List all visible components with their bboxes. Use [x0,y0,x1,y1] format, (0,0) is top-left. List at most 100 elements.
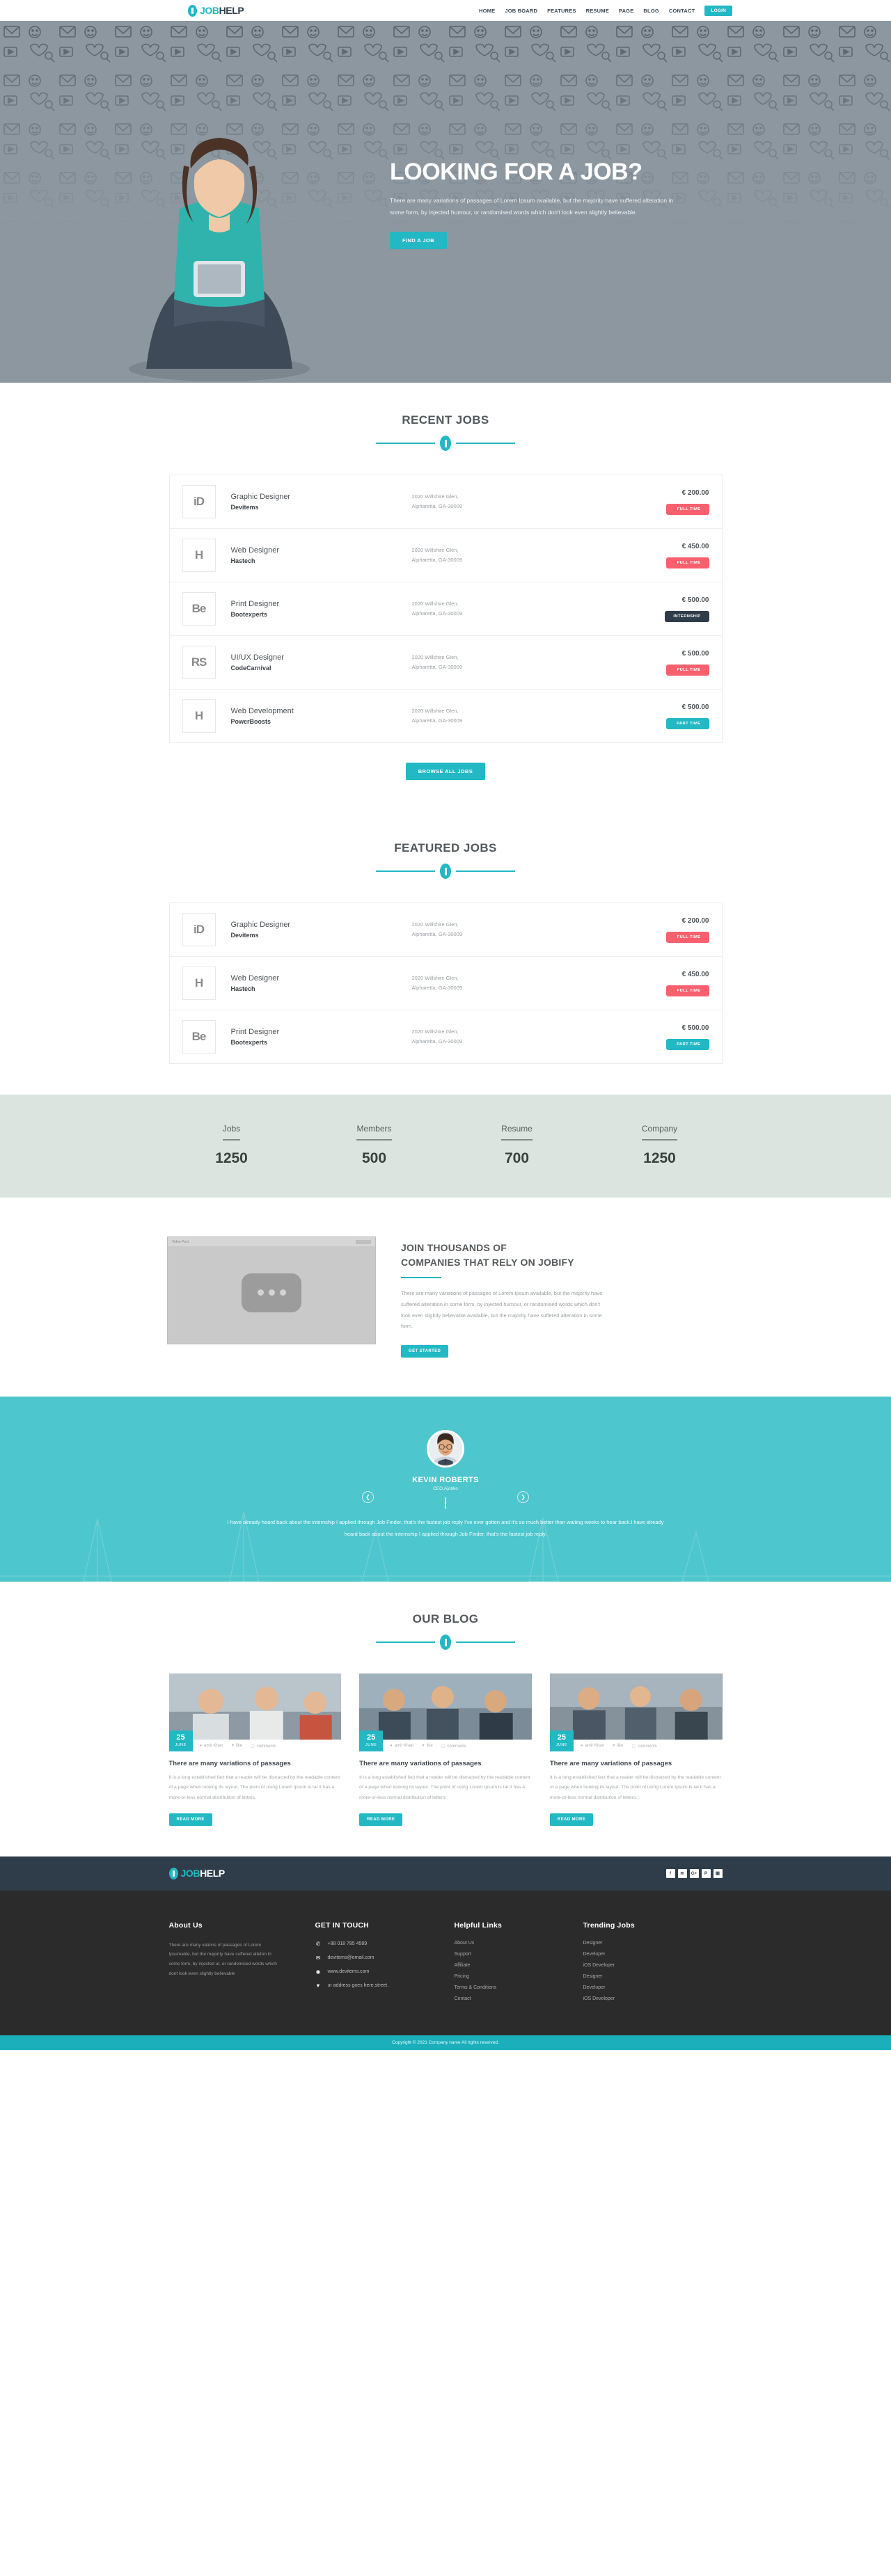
job-row[interactable]: iD Graphic Designer Devitems 2020 Willshire… [169,475,722,529]
nav-item-blog[interactable]: BLOG [643,8,659,14]
blog-post-title[interactable]: There are many variations of passages [359,1760,532,1767]
blog-card[interactable]: 25 JUNE ● amir Khan ♥ like ▢ comments There are … [359,1673,532,1826]
company-logo-icon: Be [182,592,216,626]
footer-link[interactable]: Affiliate [455,1963,471,1968]
job-title[interactable]: Web Designer [231,546,412,555]
instagram-icon[interactable]: ▣ [713,1868,723,1878]
blog-likes[interactable]: ♥ like [613,1744,624,1748]
job-row[interactable]: Be Print Designer Bootexperts 2020 Willshir… [170,1010,722,1063]
read-more-button[interactable]: READ MORE [549,1813,594,1826]
job-title[interactable]: Print Designer [231,600,412,608]
main-navigation: HOME JOB BOARD FEATURES RESUME PAGE BLOG… [479,5,732,16]
list-item[interactable]: Designer [583,1941,723,1946]
company-logo-icon: H [182,699,216,733]
contact-line[interactable]: ▼ ur address goes here,street. [315,1982,455,1989]
job-row[interactable]: Be Print Designer Bootexperts 2020 Willshir… [169,582,722,636]
job-title[interactable]: Graphic Designer [231,921,412,929]
footer-link[interactable]: Terms & Conditions [455,1985,497,1990]
job-row[interactable]: H Web Development PowerBoosts 2020 Willshir… [170,690,722,742]
blog-comments[interactable]: ▢ comments [631,1744,656,1749]
footer-link[interactable]: Pricing [455,1974,469,1979]
list-item[interactable]: Pricing [455,1974,583,1979]
job-price: € 450.00 [681,970,709,978]
find-a-job-button[interactable]: FIND A JOB [390,231,447,249]
list-item[interactable]: iOS Developer [583,1963,723,1968]
footer-link[interactable]: Designer [583,1974,603,1979]
footer-logo[interactable]: JOBHELP [168,1867,225,1879]
blog-comments[interactable]: ▢ comments [251,1744,276,1749]
blog-card[interactable]: 25 JUNE ● amir Khan ♥ like ▢ comments There are … [549,1673,723,1826]
contact-line[interactable]: ◉ www.devitems.com [315,1969,455,1975]
nav-item-home[interactable]: HOME [479,8,495,14]
google-plus-icon[interactable]: G+ [689,1868,699,1878]
job-type-badge: PART TIME [665,1038,709,1050]
footer-link[interactable]: Support [455,1952,472,1957]
testimonial-prev-button[interactable]: ❮ [362,1491,374,1503]
job-row[interactable]: H Web Designer Hastech 2020 Willshire Glen,… [169,957,722,1010]
list-item[interactable]: Support [455,1952,583,1957]
blog-comments[interactable]: ▢ comments [441,1744,466,1749]
footer-link[interactable]: Designer [583,1941,603,1946]
phone-icon: ✆ [315,1940,321,1947]
nav-item-features[interactable]: FEATURES [547,8,576,14]
play-button-icon[interactable] [242,1273,301,1312]
company-logo-icon: H [182,539,216,572]
job-row[interactable]: iD Graphic Designer Devitems 2020 Willshire… [169,903,722,957]
facebook-icon[interactable]: f [665,1868,675,1878]
blog-post-title[interactable]: There are many variations of passages [550,1760,723,1767]
job-title[interactable]: UI/UX Designer [231,653,412,662]
nav-item-resume[interactable]: RESUME [586,8,609,14]
job-title[interactable]: Web Development [231,707,412,715]
rss-icon[interactable]: ≋ [677,1868,687,1878]
video-player[interactable]: Video Post [167,1237,376,1344]
job-title[interactable]: Print Designer [231,1028,412,1036]
read-more-button[interactable]: READ MORE [168,1813,212,1826]
blog-post-title[interactable]: There are many variations of passages [169,1760,342,1767]
list-item[interactable]: Developer [583,1985,723,1990]
list-item[interactable]: iOS Developer [583,1996,723,2001]
footer-link[interactable]: iOS Developer [583,1996,615,2001]
stat-item: Members 500 [303,1122,446,1167]
footer-link[interactable]: iOS Developer [583,1963,615,1968]
browse-all-jobs-button[interactable]: BROWSE ALL JOBS [405,763,486,780]
contact-line[interactable]: ✉ devitems@email.com [315,1955,455,1961]
job-row[interactable]: RS UI/UX Designer CodeCarnival 2020 Willshi… [169,636,722,690]
footer-link[interactable]: Contact [455,1996,471,2001]
recent-jobs-section: RECENT JOBS iD Graphic Designer Devitems 20… [0,383,891,811]
job-title[interactable]: Web Designer [231,974,412,983]
company-logo-icon: iD [182,485,216,518]
footer-link[interactable]: About Us [455,1941,475,1946]
footer-link[interactable]: Developer [583,1985,606,1990]
nav-item-job-board[interactable]: JOB BOARD [505,8,537,14]
cta-paragraph: There are many variations of passages of… [401,1290,603,1330]
list-item[interactable]: Contact [455,1996,583,2001]
footer-link[interactable]: Developer [583,1952,606,1957]
nav-item-contact[interactable]: CONTACT [669,8,695,14]
job-row[interactable]: H Web Designer Hastech 2020 Willshire Glen,… [169,529,722,582]
site-logo[interactable]: JOBHELP [188,4,244,17]
list-item[interactable]: Developer [583,1952,723,1957]
blog-card[interactable]: 25 JUNE ● amir Khan ♥ like ▢ comments There are … [168,1673,342,1826]
list-item[interactable]: About Us [455,1941,583,1946]
login-button[interactable]: LOGIN [704,5,732,16]
blog-thumbnail [168,1673,342,1740]
contact-line[interactable]: ✆ +88 018 785 4589 [315,1941,455,1947]
company-logo-icon: RS [182,646,216,679]
list-item[interactable]: Affiliate [455,1963,583,1968]
pinterest-icon[interactable]: P [701,1868,711,1878]
job-company: Bootexperts [230,1039,268,1046]
list-item[interactable]: Designer [583,1974,723,1979]
avatar [427,1430,464,1468]
job-title[interactable]: Graphic Designer [231,493,412,501]
comment-icon: ▢ [441,1744,446,1749]
get-started-button[interactable]: GET STARTED [401,1345,449,1358]
blog-likes[interactable]: ♥ like [231,1744,242,1748]
nav-item-page[interactable]: PAGE [619,8,634,14]
blog-likes[interactable]: ♥ like [422,1744,433,1748]
blog-author: ● amir Khan [199,1744,223,1748]
job-address: 2020 Willshire Glen, Alpharetta, GA-30009 [411,493,463,509]
read-more-button[interactable]: READ MORE [359,1813,403,1826]
contact-text: devitems@email.com [327,1955,374,1960]
list-item[interactable]: Terms & Conditions [455,1985,583,1990]
testimonial-next-button[interactable]: ❯ [517,1491,529,1503]
